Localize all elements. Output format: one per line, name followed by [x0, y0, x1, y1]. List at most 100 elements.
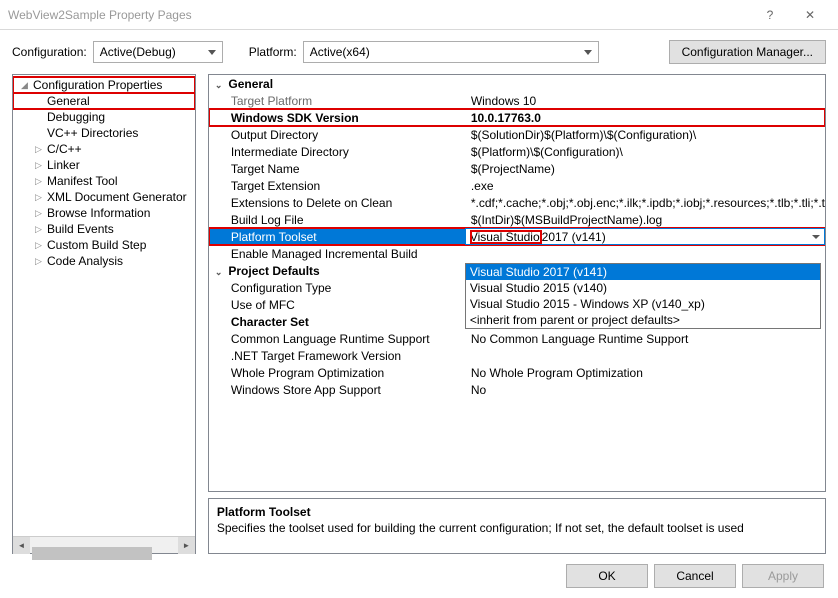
window-title: WebView2Sample Property Pages — [8, 8, 750, 22]
property-label: Character Set — [209, 315, 465, 329]
grid-row-target-platform[interactable]: Target PlatformWindows 10 — [209, 92, 825, 109]
grid-section-general[interactable]: ⌄General — [209, 75, 825, 92]
property-value: No Whole Program Optimization — [465, 366, 825, 380]
scroll-thumb[interactable] — [32, 547, 152, 560]
property-value: $(ProjectName) — [465, 162, 825, 176]
property-value: $(Platform)\$(Configuration)\ — [465, 145, 825, 159]
tree-item-label: C/C++ — [47, 142, 82, 156]
property-value: .exe — [465, 179, 825, 193]
grid-row-platform-toolset[interactable]: Platform ToolsetVisual Studio 2017 (v141… — [209, 228, 825, 245]
collapse-icon: ⌄ — [215, 80, 223, 90]
property-label: Windows Store App Support — [209, 383, 465, 397]
configuration-bar: Configuration: Active(Debug) Platform: A… — [0, 30, 838, 74]
tree-item-custom-build-step[interactable]: ▷Custom Build Step — [13, 237, 195, 253]
property-label: Windows SDK Version — [209, 111, 465, 125]
expand-icon: ▷ — [35, 208, 45, 219]
property-label: Extensions to Delete on Clean — [209, 196, 465, 210]
property-label: Target Platform — [209, 94, 465, 108]
property-label: Platform Toolset — [209, 230, 465, 244]
grid-row-whole-program-optimization[interactable]: Whole Program OptimizationNo Whole Progr… — [209, 364, 825, 381]
property-label: Intermediate Directory — [209, 145, 465, 159]
grid-row-output-directory[interactable]: Output Directory$(SolutionDir)$(Platform… — [209, 126, 825, 143]
grid-row-intermediate-directory[interactable]: Intermediate Directory$(Platform)\$(Conf… — [209, 143, 825, 160]
property-value: No — [465, 383, 825, 397]
scroll-left-icon[interactable]: ◄ — [13, 537, 30, 554]
tree-item-manifest-tool[interactable]: ▷Manifest Tool — [13, 173, 195, 189]
configuration-label: Configuration: — [12, 45, 87, 59]
tree-item-label: Manifest Tool — [47, 174, 117, 188]
tree-pane: ◢Configuration Properties General Debuggi… — [12, 74, 196, 554]
tree-item-debugging[interactable]: Debugging — [13, 109, 195, 125]
description-panel: Platform Toolset Specifies the toolset u… — [208, 498, 826, 554]
platform-label: Platform: — [249, 45, 297, 59]
configuration-combo[interactable]: Active(Debug) — [93, 41, 223, 63]
cancel-button[interactable]: Cancel — [654, 564, 736, 588]
apply-button[interactable]: Apply — [742, 564, 824, 588]
property-value: Windows 10 — [465, 94, 825, 108]
tree-item-code-analysis[interactable]: ▷Code Analysis — [13, 253, 195, 269]
property-label: Target Name — [209, 162, 465, 176]
dropdown-option[interactable]: <inherit from parent or project defaults… — [466, 312, 820, 328]
collapse-icon: ◢ — [21, 80, 31, 91]
grid-row-enable-managed-incremental-build[interactable]: Enable Managed Incremental Build — [209, 245, 825, 262]
expand-icon: ▷ — [35, 160, 45, 171]
expand-icon: ▷ — [35, 240, 45, 251]
property-value: $(SolutionDir)$(Platform)\$(Configuratio… — [465, 128, 825, 142]
tree-item-label: Browse Information — [47, 206, 150, 220]
grid-row-target-name[interactable]: Target Name$(ProjectName) — [209, 160, 825, 177]
tree-item-label: General — [47, 94, 90, 108]
tree-item-linker[interactable]: ▷Linker — [13, 157, 195, 173]
expand-icon: ▷ — [35, 176, 45, 187]
property-value: No Common Language Runtime Support — [465, 332, 825, 346]
grid-row--net-target-framework-version[interactable]: .NET Target Framework Version — [209, 347, 825, 364]
configuration-manager-button[interactable]: Configuration Manager... — [669, 40, 826, 64]
description-title: Platform Toolset — [217, 505, 817, 519]
tree-item-label: Linker — [47, 158, 80, 172]
property-value-editor[interactable]: Visual Studio 2017 (v141) — [465, 228, 825, 245]
horizontal-scrollbar[interactable]: ◄ ► — [13, 536, 195, 553]
grid-row-windows-store-app-support[interactable]: Windows Store App SupportNo — [209, 381, 825, 398]
grid-row-target-extension[interactable]: Target Extension.exe — [209, 177, 825, 194]
property-label: Target Extension — [209, 179, 465, 193]
tree-item-c-c-[interactable]: ▷C/C++ — [13, 141, 195, 157]
expand-icon: ▷ — [35, 144, 45, 155]
help-button[interactable]: ? — [750, 0, 790, 30]
property-label: Use of MFC — [209, 298, 465, 312]
property-value: *.cdf;*.cache;*.obj;*.obj.enc;*.ilk;*.ip… — [465, 196, 825, 210]
dialog-footer: OK Cancel Apply — [566, 564, 824, 588]
tree-root-configuration-properties[interactable]: ◢Configuration Properties — [13, 77, 195, 93]
property-value: 10.0.17763.0 — [465, 111, 825, 125]
grid-row-windows-sdk-version[interactable]: Windows SDK Version10.0.17763.0 — [209, 109, 825, 126]
expand-icon: ▷ — [35, 192, 45, 203]
dropdown-option[interactable]: Visual Studio 2015 (v140) — [466, 280, 820, 296]
close-button[interactable]: ✕ — [790, 0, 830, 30]
description-body: Specifies the toolset used for building … — [217, 521, 817, 535]
tree-item-label: VC++ Directories — [47, 126, 138, 140]
property-label: Configuration Type — [209, 281, 465, 295]
tree-item-general[interactable]: General — [13, 93, 195, 109]
tree-item-build-events[interactable]: ▷Build Events — [13, 221, 195, 237]
property-value: $(IntDir)$(MSBuildProjectName).log — [465, 213, 825, 227]
tree-item-xml-document-generator[interactable]: ▷XML Document Generator — [13, 189, 195, 205]
grid-row-extensions-to-delete-on-clean[interactable]: Extensions to Delete on Clean*.cdf;*.cac… — [209, 194, 825, 211]
collapse-icon: ⌄ — [215, 267, 223, 277]
property-label: .NET Target Framework Version — [209, 349, 465, 363]
tree-item-label: Code Analysis — [47, 254, 123, 268]
property-label: Enable Managed Incremental Build — [209, 247, 465, 261]
scroll-right-icon[interactable]: ► — [178, 537, 195, 554]
tree-item-label: Custom Build Step — [47, 238, 146, 252]
expand-icon: ▷ — [35, 256, 45, 267]
grid-row-common-language-runtime-support[interactable]: Common Language Runtime SupportNo Common… — [209, 330, 825, 347]
platform-combo[interactable]: Active(x64) — [303, 41, 599, 63]
platform-toolset-dropdown[interactable]: Visual Studio 2017 (v141)Visual Studio 2… — [465, 263, 821, 329]
tree-item-vc-directories[interactable]: VC++ Directories — [13, 125, 195, 141]
tree-item-label: Build Events — [47, 222, 114, 236]
tree-item-label: Debugging — [47, 110, 105, 124]
grid-row-build-log-file[interactable]: Build Log File$(IntDir)$(MSBuildProjectN… — [209, 211, 825, 228]
dropdown-option[interactable]: Visual Studio 2017 (v141) — [466, 264, 820, 280]
ok-button[interactable]: OK — [566, 564, 648, 588]
dropdown-option[interactable]: Visual Studio 2015 - Windows XP (v140_xp… — [466, 296, 820, 312]
expand-icon: ▷ — [35, 224, 45, 235]
tree-item-browse-information[interactable]: ▷Browse Information — [13, 205, 195, 221]
property-label: Common Language Runtime Support — [209, 332, 465, 346]
